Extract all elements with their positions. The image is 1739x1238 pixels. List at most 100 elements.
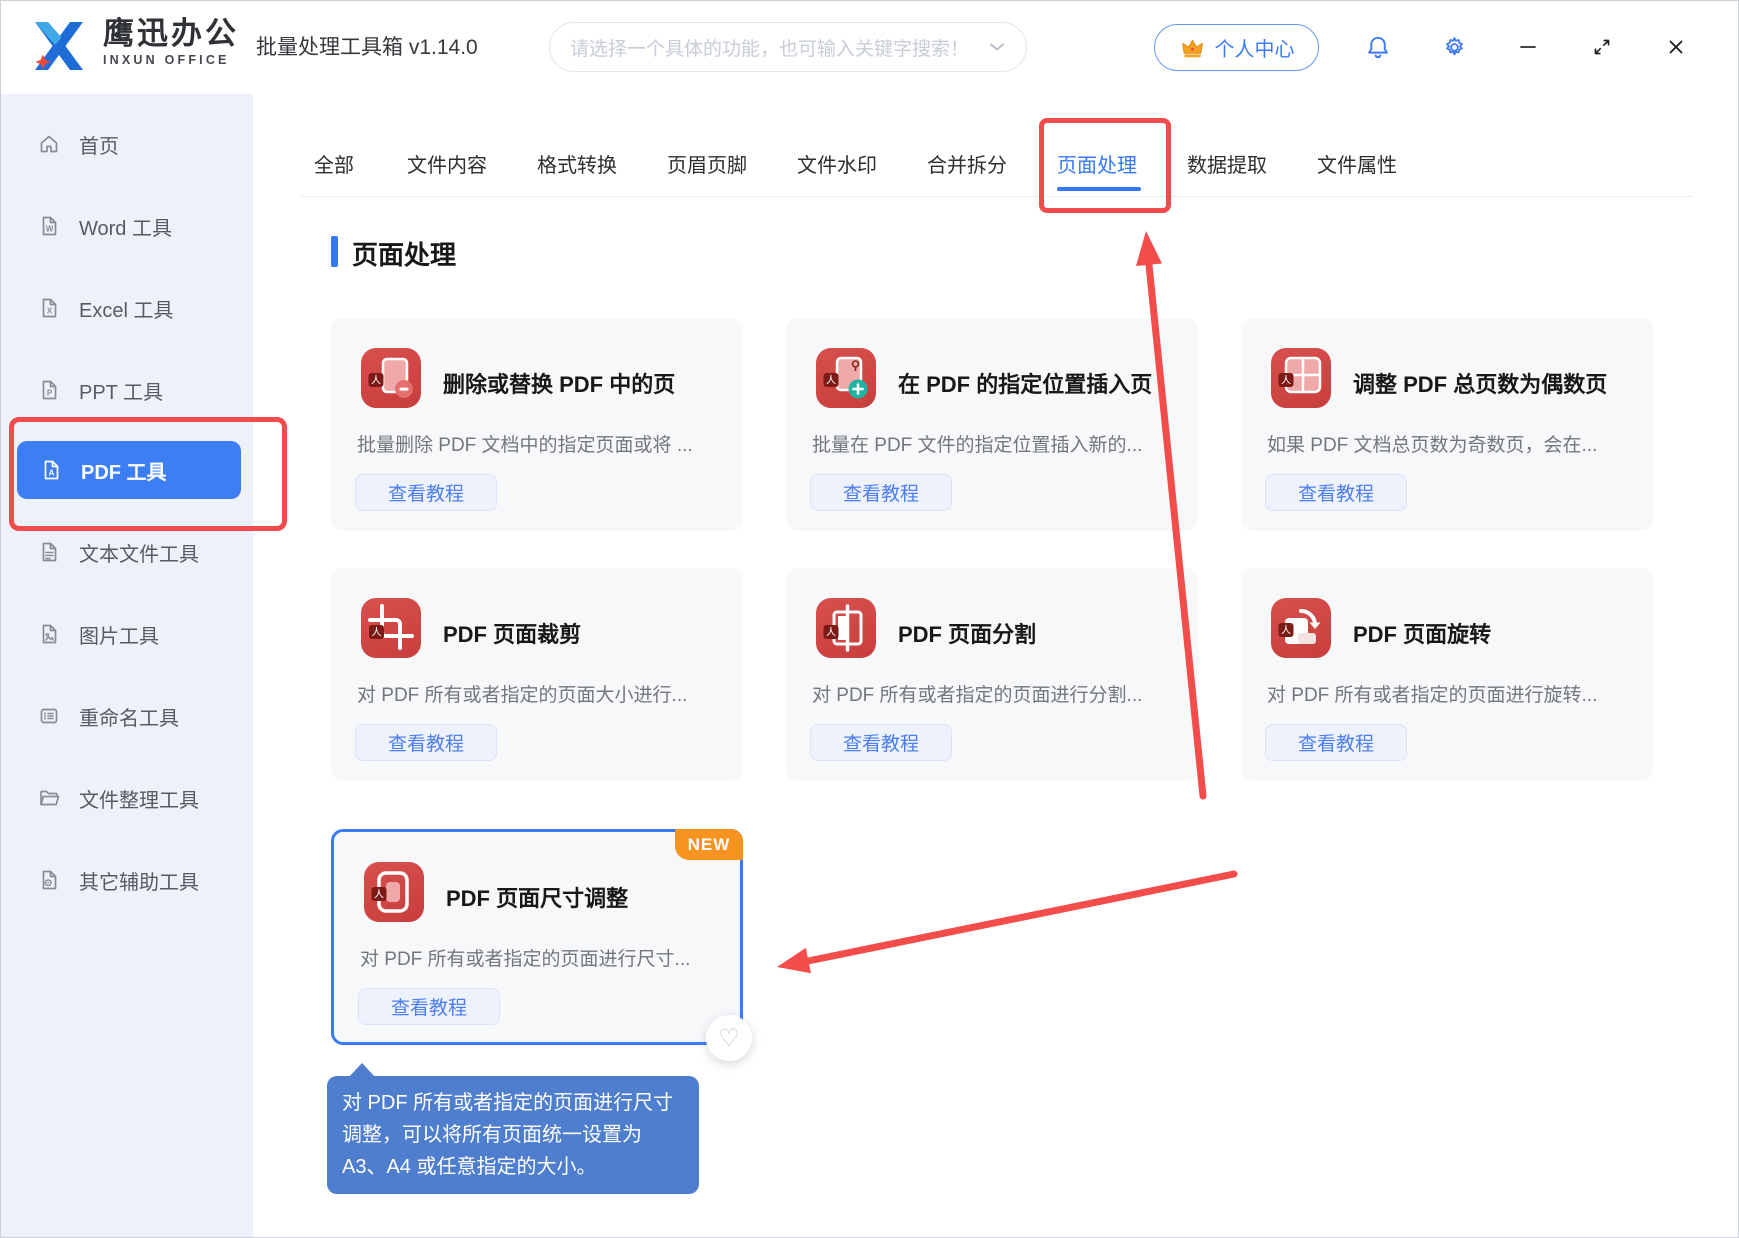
sidebar-item-pdf-tools[interactable]: A PDF 工具 bbox=[17, 441, 241, 499]
notification-bell-button[interactable] bbox=[1363, 32, 1393, 62]
card-delete-replace-pdf-pages[interactable]: 人 删除或替换 PDF 中的页 批量删除 PDF 文档中的指定页面或将 ... … bbox=[331, 318, 743, 531]
card-insert-pdf-pages[interactable]: 人 在 PDF 的指定位置插入页 批量在 PDF 文件的指定位置插入新的... … bbox=[786, 318, 1198, 531]
delete-pdf-pages-icon: 人 bbox=[361, 348, 421, 408]
misc-file-icon bbox=[37, 868, 61, 892]
svg-text:X: X bbox=[47, 307, 53, 316]
sidebar-item-rename-tools[interactable]: 重命名工具 bbox=[1, 687, 253, 745]
tab-page-processing[interactable]: 页面处理 bbox=[1057, 149, 1137, 178]
section-title: 页面处理 bbox=[352, 235, 456, 272]
excel-file-icon: X bbox=[37, 296, 61, 320]
card-description: 对 PDF 所有或者指定的页面大小进行... bbox=[357, 680, 719, 707]
view-tutorial-button[interactable]: 查看教程 bbox=[810, 724, 952, 761]
resize-pdf-page-icon: 人 bbox=[364, 862, 424, 922]
tab-file-content[interactable]: 文件内容 bbox=[407, 149, 487, 178]
card-title: PDF 页面裁剪 bbox=[443, 617, 581, 649]
view-tutorial-button[interactable]: 查看教程 bbox=[355, 724, 497, 761]
sidebar-item-ppt-tools[interactable]: P PPT 工具 bbox=[1, 361, 253, 419]
sidebar-item-text-file-tools[interactable]: 文本文件工具 bbox=[1, 523, 253, 581]
brand-name-en: INXUN OFFICE bbox=[103, 54, 239, 67]
favorite-button[interactable]: ♡ bbox=[706, 1015, 752, 1061]
svg-text:P: P bbox=[47, 389, 53, 398]
card-even-page-count[interactable]: 人 调整 PDF 总页数为偶数页 如果 PDF 文档总页数为奇数页，会在... … bbox=[1241, 318, 1653, 531]
sidebar-item-excel-tools[interactable]: X Excel 工具 bbox=[1, 279, 253, 337]
view-tutorial-button[interactable]: 查看教程 bbox=[1265, 474, 1407, 511]
svg-text:人: 人 bbox=[826, 627, 836, 639]
close-icon bbox=[1663, 34, 1689, 60]
sidebar-item-home[interactable]: 首页 bbox=[1, 115, 253, 173]
sidebar-item-label: PPT 工具 bbox=[79, 376, 163, 405]
header: 鹰迅办公 INXUN OFFICE 批量处理工具箱 v1.14.0 请选择一个具… bbox=[1, 1, 1738, 94]
home-icon bbox=[37, 132, 61, 156]
view-tutorial-button[interactable]: 查看教程 bbox=[355, 474, 497, 511]
gear-icon bbox=[1441, 34, 1468, 61]
sidebar-item-file-organize-tools[interactable]: 文件整理工具 bbox=[1, 769, 253, 827]
rename-list-icon bbox=[37, 704, 61, 728]
heart-icon: ♡ bbox=[718, 1024, 740, 1053]
card-pdf-page-crop[interactable]: 人 PDF 页面裁剪 对 PDF 所有或者指定的页面大小进行... 查看教程 bbox=[331, 568, 743, 781]
tab-format-convert[interactable]: 格式转换 bbox=[537, 149, 617, 178]
minimize-icon bbox=[1515, 34, 1541, 60]
card-description: 批量在 PDF 文件的指定位置插入新的... bbox=[812, 430, 1174, 457]
sidebar-item-label: 其它辅助工具 bbox=[79, 866, 199, 895]
card-pdf-page-rotate[interactable]: 人 PDF 页面旋转 对 PDF 所有或者指定的页面进行旋转... 查看教程 bbox=[1241, 568, 1653, 781]
app-window: 鹰迅办公 INXUN OFFICE 批量处理工具箱 v1.14.0 请选择一个具… bbox=[0, 0, 1739, 1238]
svg-text:人: 人 bbox=[371, 375, 381, 387]
card-title: 调整 PDF 总页数为偶数页 bbox=[1353, 367, 1607, 399]
sidebar-item-word-tools[interactable]: W Word 工具 bbox=[1, 197, 253, 255]
tooltip-arrow bbox=[349, 1063, 375, 1077]
settings-button[interactable] bbox=[1439, 32, 1469, 62]
sidebar-item-label: 重命名工具 bbox=[79, 702, 179, 731]
card-description: 批量删除 PDF 文档中的指定页面或将 ... bbox=[357, 430, 719, 457]
new-badge: NEW bbox=[675, 829, 743, 860]
maximize-icon bbox=[1589, 34, 1615, 60]
personal-center-button[interactable]: 个人中心 bbox=[1154, 24, 1319, 71]
tab-all[interactable]: 全部 bbox=[314, 149, 354, 178]
app-logo-icon bbox=[27, 18, 91, 74]
even-pages-icon: 人 bbox=[1271, 348, 1331, 408]
tab-data-extract[interactable]: 数据提取 bbox=[1187, 149, 1267, 178]
view-tutorial-button[interactable]: 查看教程 bbox=[810, 474, 952, 511]
pdf-file-icon: A bbox=[39, 458, 63, 482]
sidebar-item-label: PDF 工具 bbox=[81, 456, 167, 485]
view-tutorial-button[interactable]: 查看教程 bbox=[358, 988, 500, 1025]
section-accent-bar bbox=[331, 236, 338, 267]
sidebar-item-label: 图片工具 bbox=[79, 620, 159, 649]
tab-watermark[interactable]: 文件水印 bbox=[797, 149, 877, 178]
brand-block: 鹰迅办公 INXUN OFFICE bbox=[103, 18, 239, 67]
text-file-icon bbox=[37, 540, 61, 564]
tab-header-footer[interactable]: 页眉页脚 bbox=[667, 149, 747, 178]
svg-text:人: 人 bbox=[372, 627, 382, 639]
svg-text:A: A bbox=[49, 469, 55, 478]
sidebar-item-image-tools[interactable]: 图片工具 bbox=[1, 605, 253, 663]
card-pdf-page-split[interactable]: 人 PDF 页面分割 对 PDF 所有或者指定的页面进行分割... 查看教程 bbox=[786, 568, 1198, 781]
svg-text:人: 人 bbox=[1281, 625, 1291, 637]
tab-file-properties[interactable]: 文件属性 bbox=[1317, 149, 1397, 178]
sidebar-item-label: Word 工具 bbox=[79, 212, 172, 241]
maximize-button[interactable] bbox=[1587, 32, 1617, 62]
card-title: PDF 页面旋转 bbox=[1353, 617, 1491, 649]
crown-icon bbox=[1179, 36, 1206, 59]
chevron-down-icon bbox=[988, 41, 1006, 53]
card-title: 在 PDF 的指定位置插入页 bbox=[898, 367, 1152, 399]
word-file-icon: W bbox=[37, 214, 61, 238]
sidebar-item-label: Excel 工具 bbox=[79, 294, 173, 323]
search-input[interactable]: 请选择一个具体的功能，也可输入关键字搜索！ bbox=[549, 22, 1027, 72]
tabs-divider bbox=[301, 196, 1693, 197]
svg-text:W: W bbox=[46, 225, 54, 234]
sidebar-item-other-tools[interactable]: 其它辅助工具 bbox=[1, 851, 253, 909]
minimize-button[interactable] bbox=[1513, 32, 1543, 62]
card-tooltip: 对 PDF 所有或者指定的页面进行尺寸调整，可以将所有页面统一设置为 A3、A4… bbox=[327, 1076, 699, 1194]
sidebar-item-label: 文本文件工具 bbox=[79, 538, 199, 567]
card-title: PDF 页面尺寸调整 bbox=[446, 881, 628, 913]
tab-merge-split[interactable]: 合并拆分 bbox=[927, 149, 1007, 178]
image-file-icon bbox=[37, 622, 61, 646]
card-pdf-page-resize[interactable]: NEW 人 PDF 页面尺寸调整 对 PDF 所有或者指定的页面进行尺寸... … bbox=[331, 829, 743, 1045]
close-button[interactable] bbox=[1661, 32, 1691, 62]
rotate-pdf-page-icon: 人 bbox=[1271, 598, 1331, 658]
search-placeholder: 请选择一个具体的功能，也可输入关键字搜索！ bbox=[570, 34, 988, 61]
active-tab-underline bbox=[1057, 187, 1141, 191]
card-description: 对 PDF 所有或者指定的页面进行旋转... bbox=[1267, 680, 1629, 707]
view-tutorial-button[interactable]: 查看教程 bbox=[1265, 724, 1407, 761]
personal-center-label: 个人中心 bbox=[1215, 33, 1295, 62]
sidebar-item-label: 首页 bbox=[79, 130, 119, 159]
